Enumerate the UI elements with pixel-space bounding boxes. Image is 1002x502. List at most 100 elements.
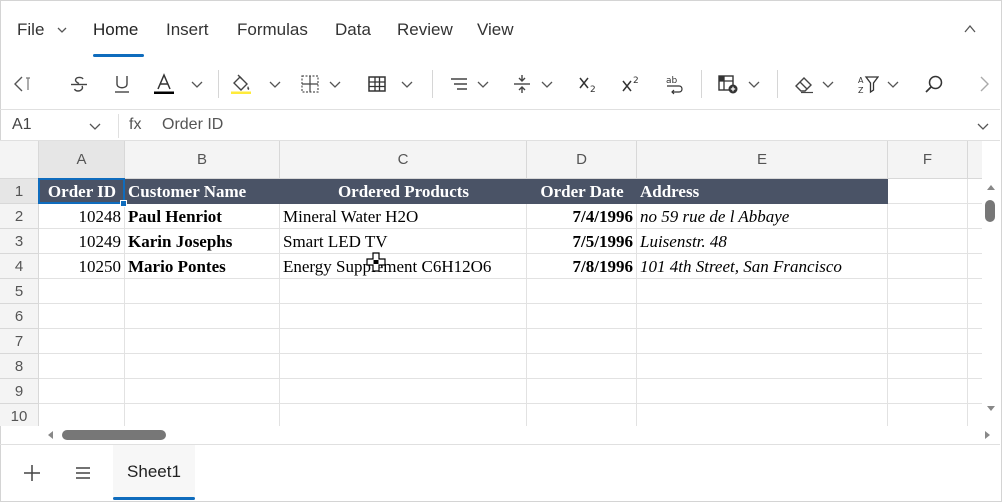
vertical-align-icon[interactable] — [510, 72, 534, 96]
vertical-scroll-thumb[interactable] — [985, 200, 995, 222]
tab-review[interactable]: Review — [397, 20, 453, 40]
table-header-cell[interactable]: Order ID — [39, 179, 125, 204]
add-sheet-icon[interactable] — [22, 463, 42, 483]
table-cell[interactable]: Mineral Water H2O — [280, 204, 526, 229]
wrap-text-icon[interactable]: ab — [662, 72, 686, 96]
row-header[interactable]: 10 — [0, 404, 39, 426]
borders-icon[interactable] — [298, 72, 322, 96]
chevron-down-icon[interactable] — [541, 78, 553, 90]
chevron-down-icon[interactable] — [191, 78, 203, 90]
table-cell[interactable]: Smart LED TV — [280, 229, 526, 254]
horizontal-align-icon[interactable] — [447, 72, 471, 96]
chevron-down-icon[interactable] — [89, 120, 101, 132]
scroll-up-arrow-icon[interactable] — [986, 183, 996, 191]
table-cell[interactable]: 7/8/1996 — [527, 254, 636, 279]
tab-file[interactable]: File — [17, 20, 44, 40]
row-header[interactable]: 3 — [0, 229, 39, 254]
scroll-left-icon[interactable] — [8, 72, 32, 96]
fill-handle[interactable] — [120, 200, 127, 207]
column-header-f[interactable]: F — [888, 141, 968, 179]
table-cell[interactable]: 10249 — [39, 229, 124, 254]
chevron-up-icon[interactable] — [963, 23, 977, 35]
table-cell[interactable]: Luisenstr. 48 — [637, 229, 887, 254]
row-header[interactable]: 4 — [0, 254, 39, 279]
tab-insert[interactable]: Insert — [166, 20, 209, 40]
scroll-right-icon[interactable] — [972, 72, 996, 96]
chevron-down-icon[interactable] — [329, 78, 341, 90]
column-header-e[interactable]: E — [637, 141, 888, 179]
chevron-down-icon[interactable] — [477, 78, 489, 90]
svg-text:2: 2 — [633, 76, 639, 86]
gridline — [39, 328, 982, 329]
table-header-cell[interactable]: Ordered Products — [280, 179, 527, 204]
table-cell[interactable]: Energy Supplement C6H12O6 — [280, 254, 526, 279]
svg-text:ab: ab — [666, 76, 678, 86]
tab-data[interactable]: Data — [335, 20, 371, 40]
sheet-tab[interactable]: Sheet1 — [113, 445, 195, 499]
table-cell[interactable]: 10248 — [39, 204, 124, 229]
column-header-d[interactable]: D — [527, 141, 637, 179]
horizontal-scrollbar[interactable] — [40, 426, 1000, 444]
sheet-list-menu-icon[interactable] — [73, 463, 93, 483]
strikethrough-icon[interactable] — [67, 72, 91, 96]
chevron-down-icon[interactable] — [977, 120, 989, 132]
toolbar-separator — [777, 70, 778, 98]
find-icon[interactable] — [922, 72, 946, 96]
column-header-a[interactable]: A — [39, 141, 125, 179]
chevron-down-icon[interactable] — [269, 78, 281, 90]
scroll-left-arrow-icon[interactable] — [46, 430, 54, 440]
table-cell[interactable]: Karin Josephs — [125, 229, 279, 254]
svg-text:Z: Z — [858, 86, 864, 95]
gridline — [39, 353, 982, 354]
horizontal-scroll-thumb[interactable] — [62, 430, 166, 440]
fill-color-icon[interactable] — [229, 72, 253, 96]
formula-input[interactable]: Order ID — [162, 116, 223, 134]
row-header[interactable]: 7 — [0, 329, 39, 354]
table-header-cell[interactable]: Address — [637, 179, 888, 204]
scroll-down-arrow-icon[interactable] — [986, 405, 996, 413]
cell-cursor-icon — [366, 252, 386, 272]
chevron-down-icon[interactable] — [887, 78, 899, 90]
table-cell[interactable]: 10250 — [39, 254, 124, 279]
table-cell[interactable]: 101 4th Street, San Francisco — [637, 254, 887, 279]
scroll-right-arrow-icon[interactable] — [984, 430, 992, 440]
table-cell[interactable]: 7/5/1996 — [527, 229, 636, 254]
row-header[interactable]: 2 — [0, 204, 39, 229]
toolbar-separator — [701, 70, 702, 98]
function-icon[interactable]: fx — [129, 116, 141, 134]
column-header-c[interactable]: C — [280, 141, 527, 179]
table-cell[interactable]: no 59 rue de l Abbaye — [637, 204, 887, 229]
chevron-down-icon[interactable] — [401, 78, 413, 90]
row-header[interactable]: 9 — [0, 379, 39, 404]
select-all-corner[interactable] — [0, 141, 39, 179]
clear-icon[interactable] — [792, 72, 816, 96]
chevron-down-icon[interactable] — [748, 78, 760, 90]
formula-bar-separator — [118, 114, 119, 138]
table-cell[interactable]: Paul Henriot — [125, 204, 279, 229]
chevron-down-icon[interactable] — [57, 25, 67, 35]
font-color-icon[interactable] — [152, 72, 176, 96]
table-cell[interactable]: Mario Pontes — [125, 254, 279, 279]
row-header[interactable]: 5 — [0, 279, 39, 304]
row-header[interactable]: 1 — [0, 179, 39, 204]
table-header-cell[interactable]: Order Date — [527, 179, 637, 204]
tab-view[interactable]: View — [477, 20, 514, 40]
chevron-down-icon[interactable] — [822, 78, 834, 90]
row-header[interactable]: 8 — [0, 354, 39, 379]
tab-formulas[interactable]: Formulas — [237, 20, 308, 40]
spreadsheet-grid[interactable]: A B C D E F 1 2 3 4 5 6 7 8 9 10 Order I… — [0, 141, 982, 426]
table-cell[interactable]: 7/4/1996 — [527, 204, 636, 229]
superscript-icon[interactable]: 2 — [619, 72, 643, 96]
conditional-format-icon[interactable] — [716, 72, 740, 96]
column-header-partial[interactable] — [968, 141, 982, 179]
row-header[interactable]: 6 — [0, 304, 39, 329]
underline-icon[interactable] — [110, 72, 134, 96]
tab-home[interactable]: Home — [93, 20, 138, 40]
name-box[interactable]: A1 — [12, 116, 32, 134]
subscript-icon[interactable]: 2 — [576, 72, 600, 96]
column-header-b[interactable]: B — [125, 141, 280, 179]
sort-filter-icon[interactable]: AZ — [856, 72, 880, 96]
merge-cells-icon[interactable] — [365, 72, 389, 96]
ribbon-tabs: File Home Insert Formulas Data Review Vi… — [0, 0, 1000, 58]
table-header-cell[interactable]: Customer Name — [125, 179, 280, 204]
